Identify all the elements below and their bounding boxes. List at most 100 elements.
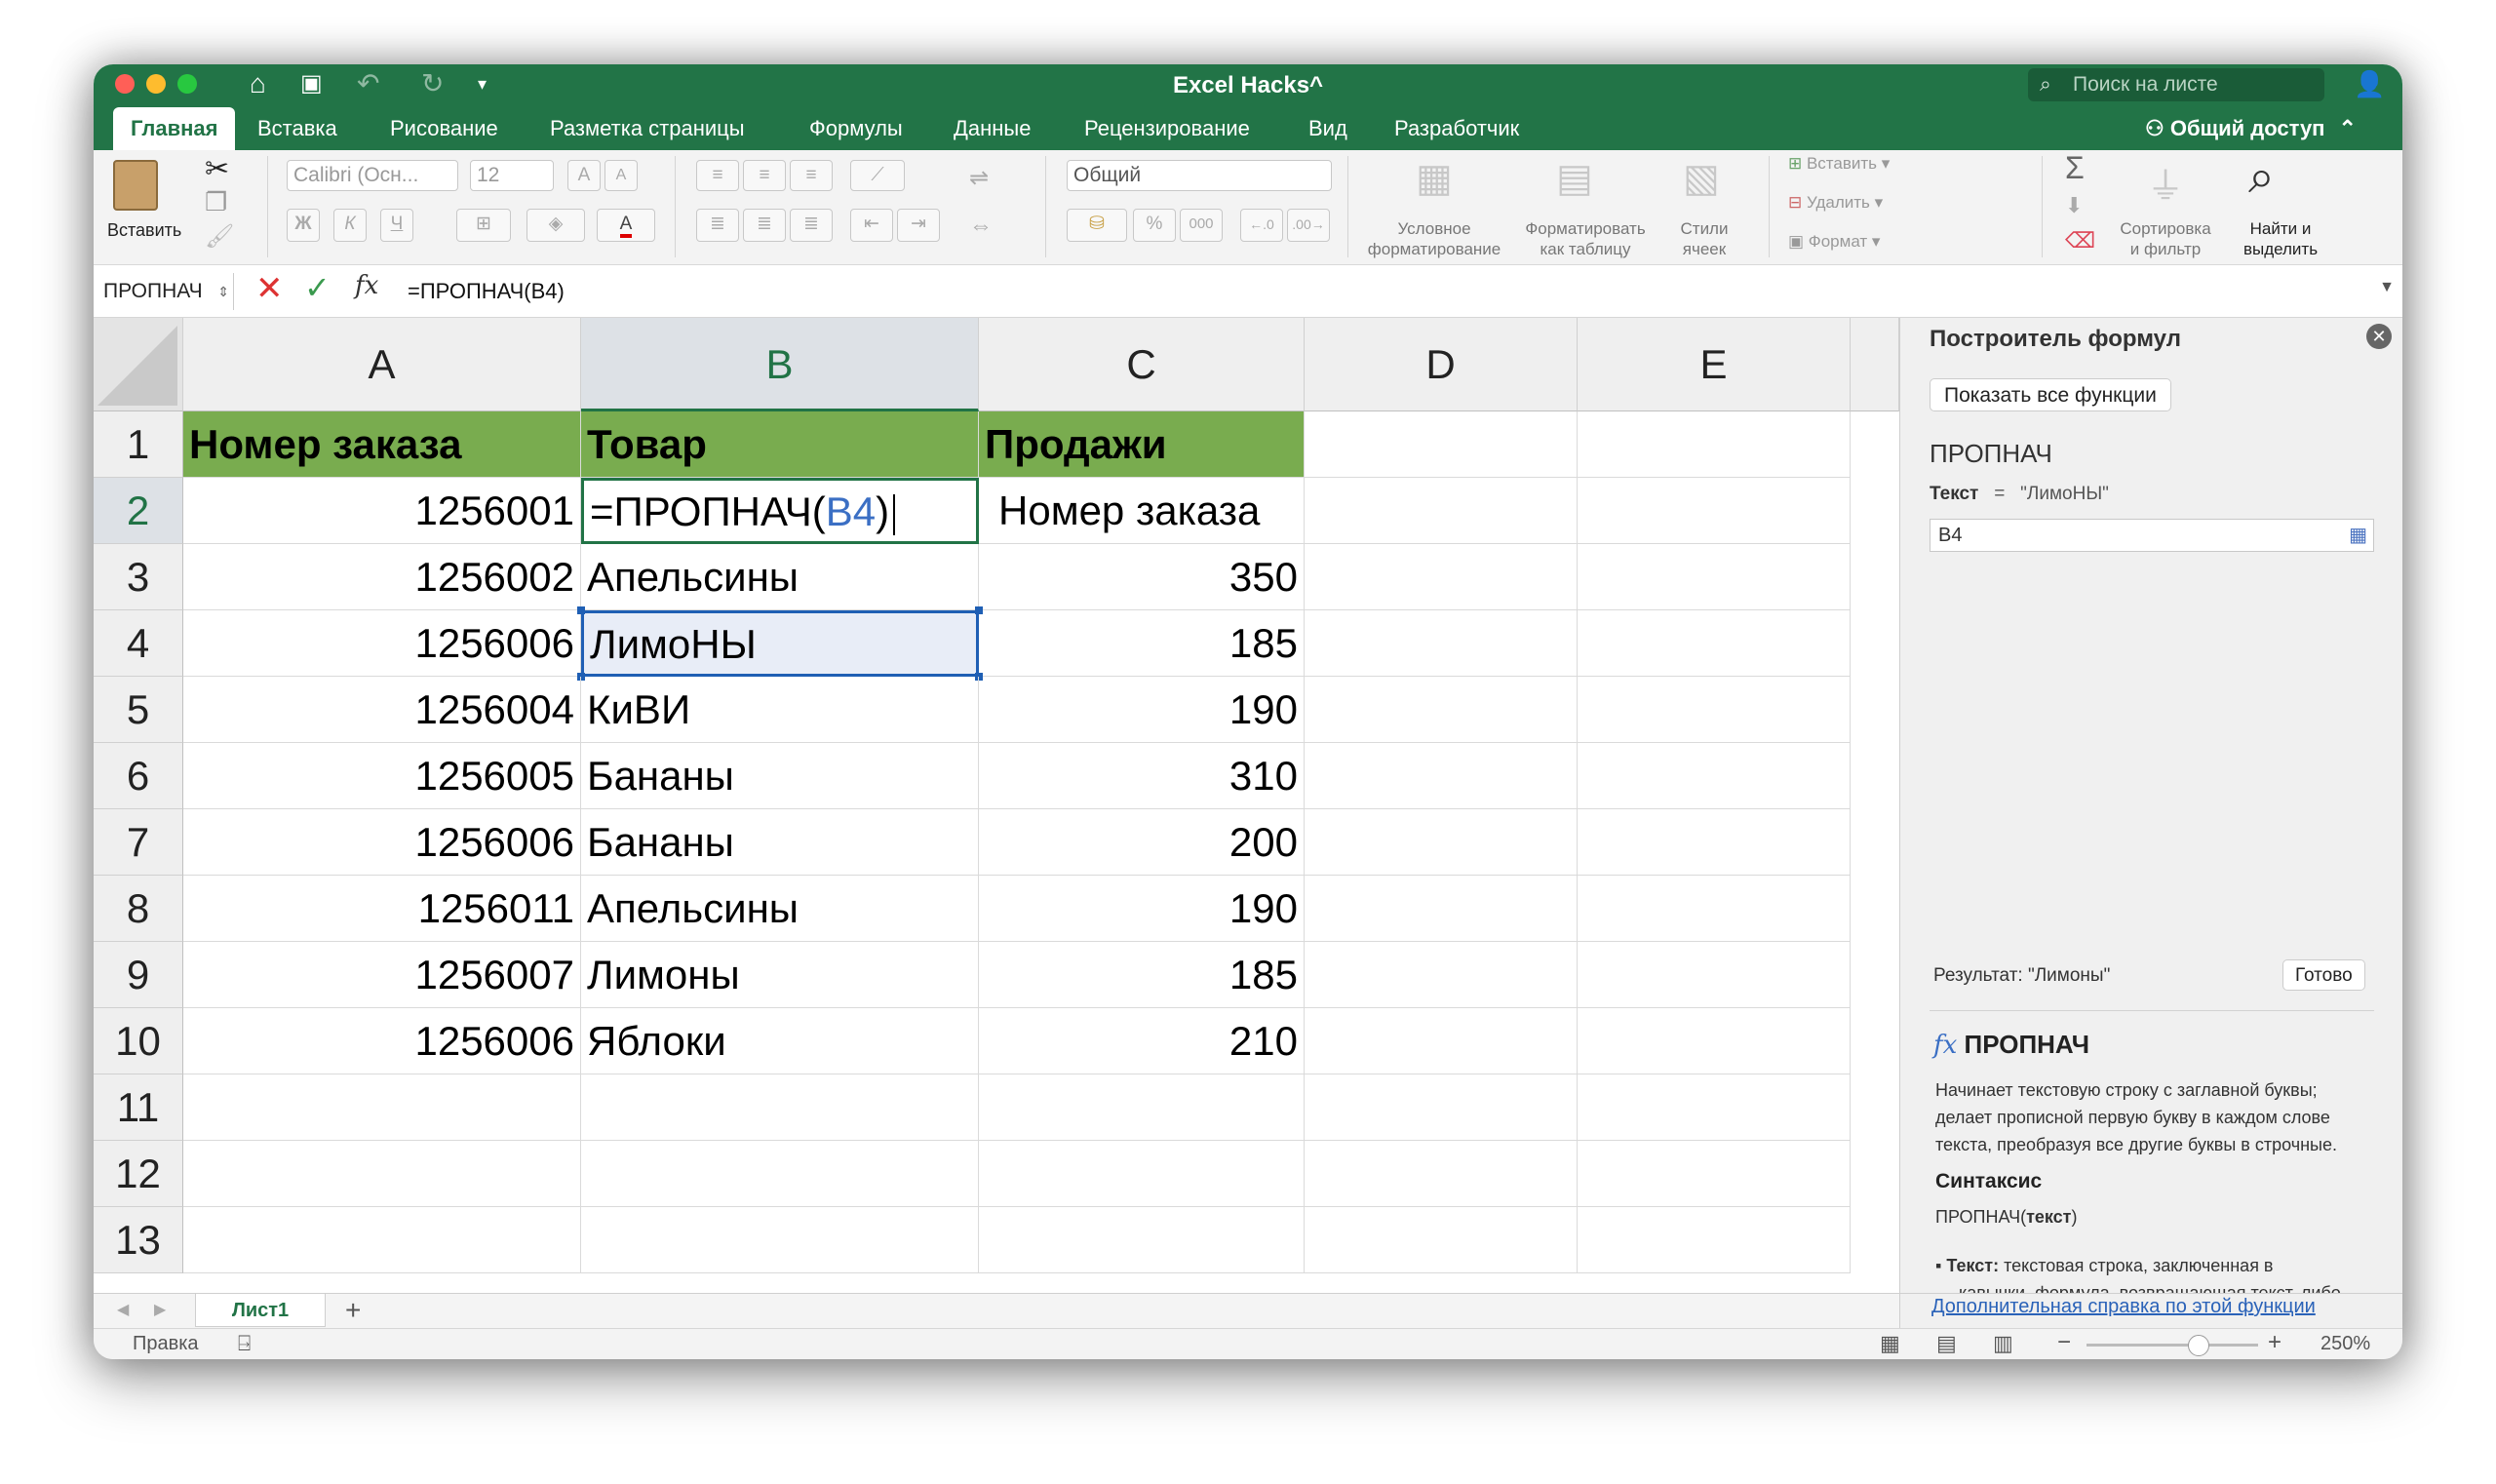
- row-header[interactable]: 9: [94, 942, 183, 1008]
- zoom-slider[interactable]: [2086, 1344, 2258, 1347]
- insert-function-icon[interactable]: fx: [355, 271, 378, 300]
- cell-e10[interactable]: [1578, 1008, 1851, 1074]
- cell-a6[interactable]: 1256005: [183, 743, 581, 809]
- format-as-table-button[interactable]: Форматировать как таблицу: [1513, 218, 1658, 259]
- cell-e2[interactable]: [1578, 478, 1851, 544]
- align-top-button[interactable]: ≡: [696, 160, 739, 191]
- percent-button[interactable]: %: [1133, 209, 1176, 242]
- show-all-functions-button[interactable]: Показать все функции: [1930, 378, 2171, 411]
- sort-filter-icon[interactable]: ⏚: [2147, 156, 2184, 210]
- cell-c3[interactable]: 350: [979, 544, 1305, 610]
- decrease-indent-button[interactable]: ⇤: [850, 209, 893, 242]
- scroll-left-icon[interactable]: ◀: [117, 1300, 129, 1319]
- cell-a9[interactable]: 1256007: [183, 942, 581, 1008]
- bold-button[interactable]: Ж: [287, 209, 320, 242]
- find-select-button[interactable]: Найти и выделить: [2227, 218, 2334, 259]
- cell-c11[interactable]: [979, 1074, 1305, 1141]
- share-button[interactable]: ⚇ Общий доступ ⌃: [2145, 107, 2357, 150]
- cell-d3[interactable]: [1305, 544, 1578, 610]
- cell-e5[interactable]: [1578, 677, 1851, 743]
- column-header-b[interactable]: B: [581, 318, 979, 411]
- cell-c13[interactable]: [979, 1207, 1305, 1273]
- tab-view[interactable]: Вид: [1308, 107, 1347, 150]
- cell-b6[interactable]: Бананы: [581, 743, 979, 809]
- cell-d10[interactable]: [1305, 1008, 1578, 1074]
- cell-a12[interactable]: [183, 1141, 581, 1207]
- cell-b1[interactable]: Товар: [581, 411, 979, 478]
- cell-e11[interactable]: [1578, 1074, 1851, 1141]
- cell-d6[interactable]: [1305, 743, 1578, 809]
- cell-c12[interactable]: [979, 1141, 1305, 1207]
- align-bottom-button[interactable]: ≡: [790, 160, 833, 191]
- cell-c1[interactable]: Продажи: [979, 411, 1305, 478]
- fill-down-icon[interactable]: ⬇: [2065, 193, 2083, 218]
- cell-styles-button[interactable]: Стили ячеек: [1667, 218, 1741, 259]
- normal-view-icon[interactable]: ▦: [1880, 1331, 1900, 1356]
- column-header-f[interactable]: [1851, 318, 1899, 411]
- cell-d5[interactable]: [1305, 677, 1578, 743]
- zoom-in-icon[interactable]: +: [2268, 1329, 2282, 1356]
- cell-b4-referenced[interactable]: ЛимоНЫ: [581, 610, 979, 677]
- cell-b3[interactable]: Апельсины: [581, 544, 979, 610]
- cell-d4[interactable]: [1305, 610, 1578, 677]
- sheet-search-input[interactable]: ⌕ Поиск на листе: [2028, 68, 2324, 101]
- font-name-select[interactable]: Calibri (Осн...: [287, 160, 458, 191]
- accounting-format-button[interactable]: ⛁: [1067, 209, 1127, 242]
- cell-c2[interactable]: Номер заказа: [979, 478, 1305, 544]
- increase-font-button[interactable]: A: [567, 160, 601, 191]
- select-all-corner[interactable]: [94, 318, 183, 411]
- cell-a7[interactable]: 1256006: [183, 809, 581, 876]
- expand-formula-bar-icon[interactable]: ▼: [2379, 279, 2395, 296]
- cell-e4[interactable]: [1578, 610, 1851, 677]
- format-cells-button[interactable]: ▣ Формат ▾: [1788, 232, 1880, 252]
- cell-c9[interactable]: 185: [979, 942, 1305, 1008]
- cell-c5[interactable]: 190: [979, 677, 1305, 743]
- cell-d2[interactable]: [1305, 478, 1578, 544]
- wrap-text-icon[interactable]: ⇌: [969, 164, 989, 192]
- italic-button[interactable]: К: [333, 209, 367, 242]
- tab-insert[interactable]: Вставка: [257, 107, 337, 150]
- cell-e7[interactable]: [1578, 809, 1851, 876]
- worksheet-grid[interactable]: A B C D E 1 2 3 4 5 6 7 8 9 10 11 12 13 …: [94, 318, 1899, 1293]
- cell-c4[interactable]: 185: [979, 610, 1305, 677]
- cell-d9[interactable]: [1305, 942, 1578, 1008]
- decrease-font-button[interactable]: A: [604, 160, 638, 191]
- orientation-button[interactable]: ⟋: [850, 160, 905, 191]
- row-header[interactable]: 3: [94, 544, 183, 610]
- cell-a10[interactable]: 1256006: [183, 1008, 581, 1074]
- row-header[interactable]: 1: [94, 411, 183, 478]
- tab-page-layout[interactable]: Разметка страницы: [550, 107, 745, 150]
- cell-c6[interactable]: 310: [979, 743, 1305, 809]
- align-center-button[interactable]: ≣: [743, 209, 786, 242]
- cell-b2-editing[interactable]: =ПРОПНАЧ(B4): [581, 478, 979, 544]
- paste-icon[interactable]: [113, 160, 158, 211]
- cell-b10[interactable]: Яблоки: [581, 1008, 979, 1074]
- cell-a2[interactable]: 1256001: [183, 478, 581, 544]
- close-panel-icon[interactable]: ✕: [2366, 324, 2392, 349]
- cell-e6[interactable]: [1578, 743, 1851, 809]
- scroll-right-icon[interactable]: ▶: [154, 1300, 166, 1319]
- row-header[interactable]: 4: [94, 610, 183, 677]
- row-header[interactable]: 11: [94, 1074, 183, 1141]
- cell-d13[interactable]: [1305, 1207, 1578, 1273]
- thousands-button[interactable]: 000: [1180, 209, 1223, 242]
- cell-a8[interactable]: 1256011: [183, 876, 581, 942]
- zoom-out-icon[interactable]: −: [2057, 1329, 2071, 1356]
- underline-button[interactable]: Ч: [380, 209, 413, 242]
- row-header[interactable]: 10: [94, 1008, 183, 1074]
- tab-developer[interactable]: Разработчик: [1394, 107, 1519, 150]
- cell-b9[interactable]: Лимоны: [581, 942, 979, 1008]
- cut-icon[interactable]: ✂: [205, 152, 229, 186]
- confirm-entry-icon[interactable]: ✓: [304, 269, 331, 306]
- cell-d11[interactable]: [1305, 1074, 1578, 1141]
- column-header-c[interactable]: C: [979, 318, 1305, 411]
- tab-formulas[interactable]: Формулы: [809, 107, 903, 150]
- done-button[interactable]: Готово: [2282, 959, 2365, 991]
- add-sheet-button[interactable]: +: [345, 1294, 361, 1327]
- sheet-tab-list1[interactable]: Лист1: [195, 1294, 326, 1327]
- cell-d7[interactable]: [1305, 809, 1578, 876]
- cancel-entry-icon[interactable]: ✕: [255, 269, 284, 308]
- cell-c7[interactable]: 200: [979, 809, 1305, 876]
- align-middle-button[interactable]: ≡: [743, 160, 786, 191]
- conditional-formatting-button[interactable]: Условное форматирование: [1361, 218, 1507, 259]
